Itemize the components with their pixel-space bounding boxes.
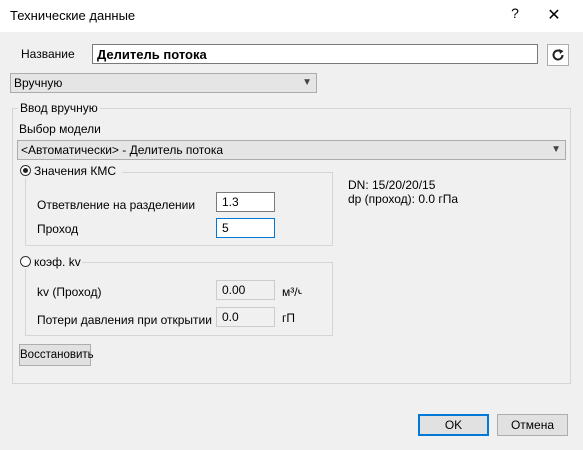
mode-select-value: Вручную (14, 76, 63, 90)
kv-unit: м³/ч (282, 285, 302, 299)
kv-input: 0.00 (216, 280, 275, 300)
loss-input: 0.0 (216, 307, 275, 327)
help-button[interactable]: ? (505, 5, 525, 21)
name-field[interactable]: Делитель потока (92, 44, 538, 64)
chevron-down-icon: ▼ (551, 144, 561, 155)
refresh-icon (552, 49, 564, 61)
pass-input[interactable]: 5 (216, 218, 275, 238)
manual-group-title: Ввод вручную (18, 101, 100, 115)
kv-group-title: коэф. kv (34, 255, 81, 269)
model-select[interactable]: <Автоматически> - Делитель потока ▼ (17, 140, 566, 160)
cancel-button[interactable]: Отмена (497, 414, 568, 436)
kmc-group-title: Значения КМС (34, 164, 117, 178)
refresh-button[interactable] (547, 44, 569, 66)
mode-select[interactable]: Вручную ▼ (10, 73, 317, 93)
branch-label: Ответвление на разделении (37, 198, 196, 212)
kv-radio[interactable] (20, 256, 31, 267)
chevron-down-icon: ▼ (302, 77, 312, 88)
name-label: Название (21, 47, 75, 61)
close-button[interactable]: ✕ (540, 5, 568, 25)
kv-label: kv (Проход) (37, 285, 102, 299)
dp-info: dp (проход): 0.0 гПа (348, 192, 459, 206)
pass-label: Проход (37, 222, 79, 236)
dn-info: DN: 15/20/20/15 (348, 178, 436, 192)
kmc-radio[interactable] (20, 165, 31, 176)
model-label: Выбор модели (19, 122, 101, 136)
loss-label: Потери давления при открытии (37, 313, 212, 327)
branch-input[interactable]: 1.3 (216, 192, 275, 212)
loss-unit: гП (282, 311, 296, 325)
ok-button[interactable]: OK (418, 414, 489, 436)
window-title: Технические данные (10, 8, 136, 23)
model-select-value: <Автоматически> - Делитель потока (21, 143, 224, 157)
restore-button[interactable]: Восстановить (19, 344, 94, 366)
